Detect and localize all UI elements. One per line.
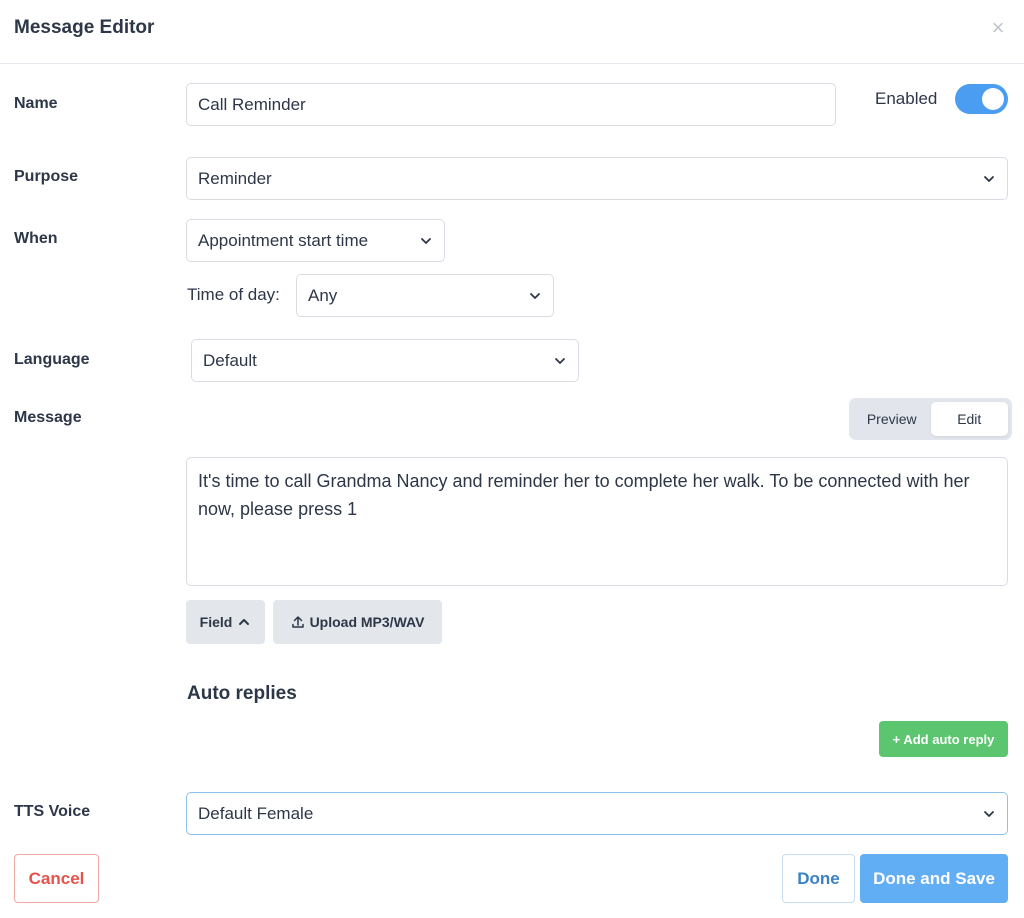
when-select[interactable]: Appointment start time: [186, 219, 445, 262]
chevron-down-icon: [555, 357, 565, 364]
chevron-down-icon: [984, 175, 994, 182]
message-textarea[interactable]: It's time to call Grandma Nancy and remi…: [186, 457, 1008, 586]
tab-edit[interactable]: Edit: [930, 402, 1008, 436]
purpose-select[interactable]: Reminder: [186, 157, 1008, 200]
chevron-down-icon: [984, 810, 994, 817]
tts-voice-label: TTS Voice: [14, 803, 91, 820]
modal-header: Message Editor ×: [0, 0, 1024, 64]
time-of-day-select-value: Any: [308, 285, 338, 305]
enabled-label: Enabled: [875, 89, 938, 108]
when-select-value: Appointment start time: [198, 230, 369, 250]
time-of-day-select[interactable]: Any: [296, 274, 554, 317]
name-input[interactable]: Call Reminder: [186, 83, 836, 126]
chevron-down-icon: [530, 292, 540, 299]
toggle-knob: [982, 88, 1004, 110]
modal-title: Message Editor: [14, 17, 155, 38]
tts-voice-select[interactable]: Default Female: [186, 792, 1008, 835]
purpose-label: Purpose: [14, 168, 79, 185]
message-mode-switch: Preview Edit: [849, 398, 1012, 440]
name-label: Name: [14, 95, 58, 112]
field-button-label: Field: [199, 614, 233, 630]
purpose-select-value: Reminder: [198, 168, 272, 188]
close-icon[interactable]: ×: [986, 14, 1010, 42]
message-label: Message: [14, 409, 82, 426]
done-and-save-button[interactable]: Done and Save: [860, 854, 1008, 903]
upload-icon: [291, 616, 304, 628]
time-of-day-label: Time of day:: [187, 285, 280, 304]
auto-replies-title: Auto replies: [187, 683, 297, 704]
enabled-toggle[interactable]: [955, 84, 1008, 114]
language-select[interactable]: Default: [191, 339, 579, 382]
add-auto-reply-button[interactable]: + Add auto reply: [879, 721, 1008, 757]
tab-preview[interactable]: Preview: [853, 402, 931, 436]
language-label: Language: [14, 351, 90, 368]
cancel-button[interactable]: Cancel: [14, 854, 99, 903]
name-input-value: Call Reminder: [198, 94, 306, 114]
upload-button-label: Upload MP3/WAV: [309, 614, 425, 630]
chevron-down-icon: [421, 237, 431, 244]
tts-voice-select-value: Default Female: [198, 803, 314, 823]
when-label: When: [14, 230, 58, 247]
upload-button[interactable]: Upload MP3/WAV: [273, 600, 442, 644]
language-select-value: Default: [203, 350, 257, 370]
done-button[interactable]: Done: [782, 854, 855, 903]
field-button[interactable]: Field: [186, 600, 265, 644]
chevron-up-icon: [239, 619, 250, 625]
